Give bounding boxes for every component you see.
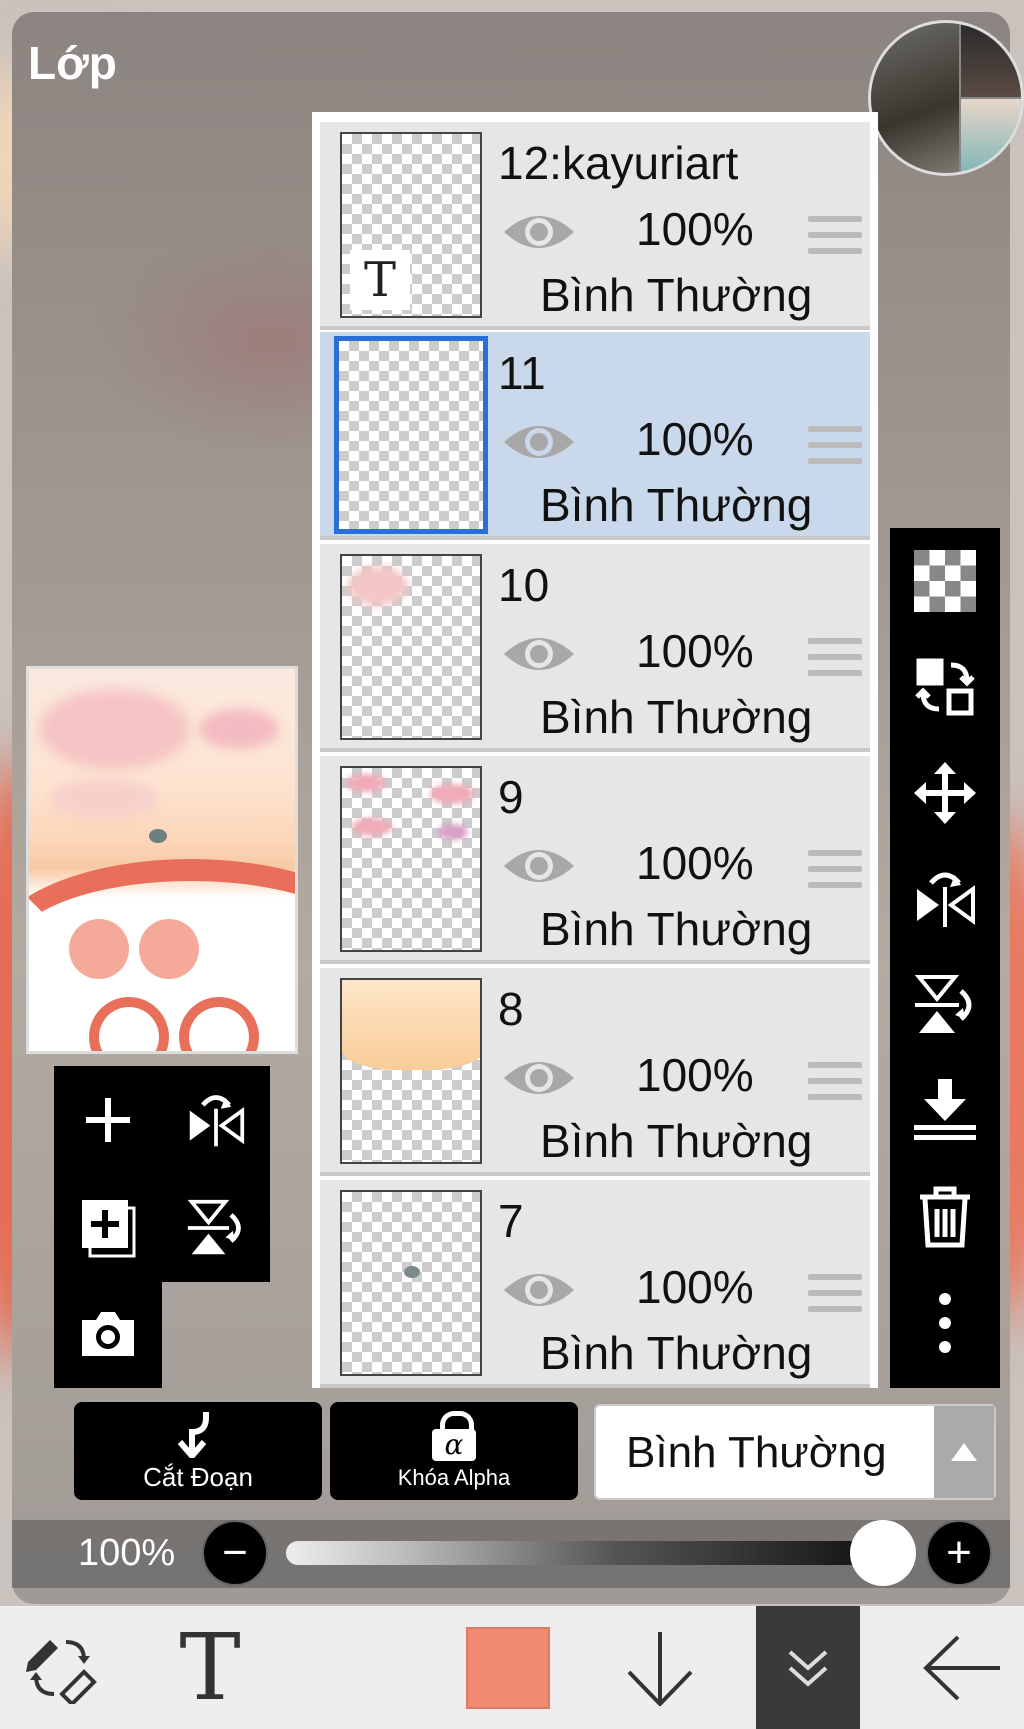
opacity-slider-track[interactable] [286, 1541, 882, 1565]
layer-name: 12:kayuriart [498, 137, 739, 189]
drag-handle-icon[interactable] [808, 216, 862, 256]
layer-item[interactable]: 10 100% Bình Thường [320, 544, 870, 752]
opacity-increase-button[interactable]: + [926, 1520, 992, 1586]
merge-down-icon[interactable] [890, 1058, 1000, 1164]
layer-item-selected[interactable]: 11 100% Bình Thường [320, 332, 870, 540]
canvas-preview[interactable] [26, 666, 298, 1054]
layer-blend-mode: Bình Thường [540, 479, 813, 531]
drag-handle-icon[interactable] [808, 1062, 862, 1102]
text-tool-button[interactable]: T [150, 1606, 270, 1729]
layer-thumbnail[interactable] [340, 766, 482, 952]
layer-opacity[interactable]: 100% [636, 624, 754, 678]
flip-vertical-icon[interactable] [162, 1174, 270, 1282]
layer-thumbnail[interactable] [340, 978, 482, 1164]
layer-create-toolbar [54, 1066, 270, 1282]
more-icon[interactable] [890, 1270, 1000, 1376]
drag-handle-icon[interactable] [808, 1274, 862, 1314]
opacity-value: 100% [78, 1532, 176, 1574]
layer-list[interactable]: T 12:kayuriart 100% Bình Thường 11 100% … [312, 112, 878, 1388]
bottom-toolbar: T [0, 1606, 1024, 1729]
camera-icon[interactable] [54, 1280, 162, 1388]
flip-vertical-icon[interactable] [890, 952, 1000, 1058]
pen-eraser-swap-icon[interactable] [0, 1606, 120, 1729]
alpha-lock-label: Khóa Alpha [397, 1465, 511, 1490]
visibility-eye-icon[interactable] [502, 630, 576, 678]
visibility-eye-icon[interactable] [502, 1266, 576, 1314]
blend-mode-value: Bình Thường [626, 1428, 887, 1477]
camera-toolbar [54, 1280, 162, 1388]
visibility-eye-icon[interactable] [502, 1054, 576, 1102]
layer-blend-mode: Bình Thường [540, 691, 813, 743]
down-arrow-icon[interactable] [600, 1606, 720, 1729]
color-swatch[interactable] [448, 1606, 568, 1729]
back-arrow-icon[interactable] [900, 1606, 1024, 1729]
layer-item[interactable]: 7 100% Bình Thường [320, 1180, 870, 1388]
visibility-eye-icon[interactable] [502, 842, 576, 890]
layer-opacity[interactable]: 100% [636, 1260, 754, 1314]
layer-blend-mode: Bình Thường [540, 269, 813, 321]
layer-thumbnail[interactable] [334, 336, 488, 534]
trash-icon[interactable] [890, 1164, 1000, 1270]
collapse-icon[interactable] [756, 1606, 860, 1729]
alpha-lock-button[interactable]: α Khóa Alpha [330, 1402, 578, 1500]
page-title: Lớp [28, 37, 117, 89]
lock-icon: α [432, 1411, 476, 1461]
avatar[interactable] [868, 20, 1024, 176]
layer-actions-toolbar [890, 528, 1000, 1388]
layer-opacity[interactable]: 100% [636, 1048, 754, 1102]
clip-button[interactable]: Cắt Đoạn [74, 1402, 322, 1500]
layer-thumbnail[interactable] [340, 554, 482, 740]
clip-label: Cắt Đoạn [143, 1461, 253, 1492]
layer-thumbnail[interactable]: T [340, 132, 482, 318]
layer-name: 11 [498, 347, 546, 399]
add-paper-layer-icon[interactable] [54, 1174, 162, 1282]
layer-item[interactable]: 9 100% Bình Thường [320, 756, 870, 964]
drag-handle-icon[interactable] [808, 638, 862, 678]
layer-opacity[interactable]: 100% [636, 202, 754, 256]
clip-arrow-icon [177, 1411, 209, 1458]
layer-blend-mode: Bình Thường [540, 1327, 813, 1379]
layer-name: 8 [498, 983, 524, 1035]
layer-opacity[interactable]: 100% [636, 412, 754, 466]
visibility-eye-icon[interactable] [502, 208, 576, 256]
layer-name: 7 [498, 1195, 524, 1247]
layer-name: 10 [498, 559, 550, 611]
visibility-eye-icon[interactable] [502, 418, 576, 466]
layer-item[interactable]: T 12:kayuriart 100% Bình Thường [320, 122, 870, 330]
layer-item[interactable]: 8 100% Bình Thường [320, 968, 870, 1176]
layer-thumbnail[interactable] [340, 1190, 482, 1376]
swap-layer-icon[interactable] [890, 634, 1000, 740]
flip-horizontal-icon[interactable] [890, 846, 1000, 952]
opacity-slider-handle[interactable] [850, 1520, 916, 1586]
text-layer-icon: T [350, 250, 410, 310]
transparency-icon[interactable] [890, 528, 1000, 634]
move-icon[interactable] [890, 740, 1000, 846]
layer-opacity[interactable]: 100% [636, 836, 754, 890]
drag-handle-icon[interactable] [808, 850, 862, 890]
add-layer-icon[interactable] [54, 1066, 162, 1174]
drag-handle-icon[interactable] [808, 426, 862, 466]
layer-blend-mode: Bình Thường [540, 903, 813, 955]
flip-horizontal-icon[interactable] [162, 1066, 270, 1174]
blend-mode-select[interactable]: Bình Thường [594, 1404, 996, 1500]
dropdown-arrow-icon[interactable] [934, 1406, 994, 1498]
layer-blend-mode: Bình Thường [540, 1115, 813, 1167]
opacity-decrease-button[interactable]: − [202, 1520, 268, 1586]
layer-name: 9 [498, 771, 524, 823]
